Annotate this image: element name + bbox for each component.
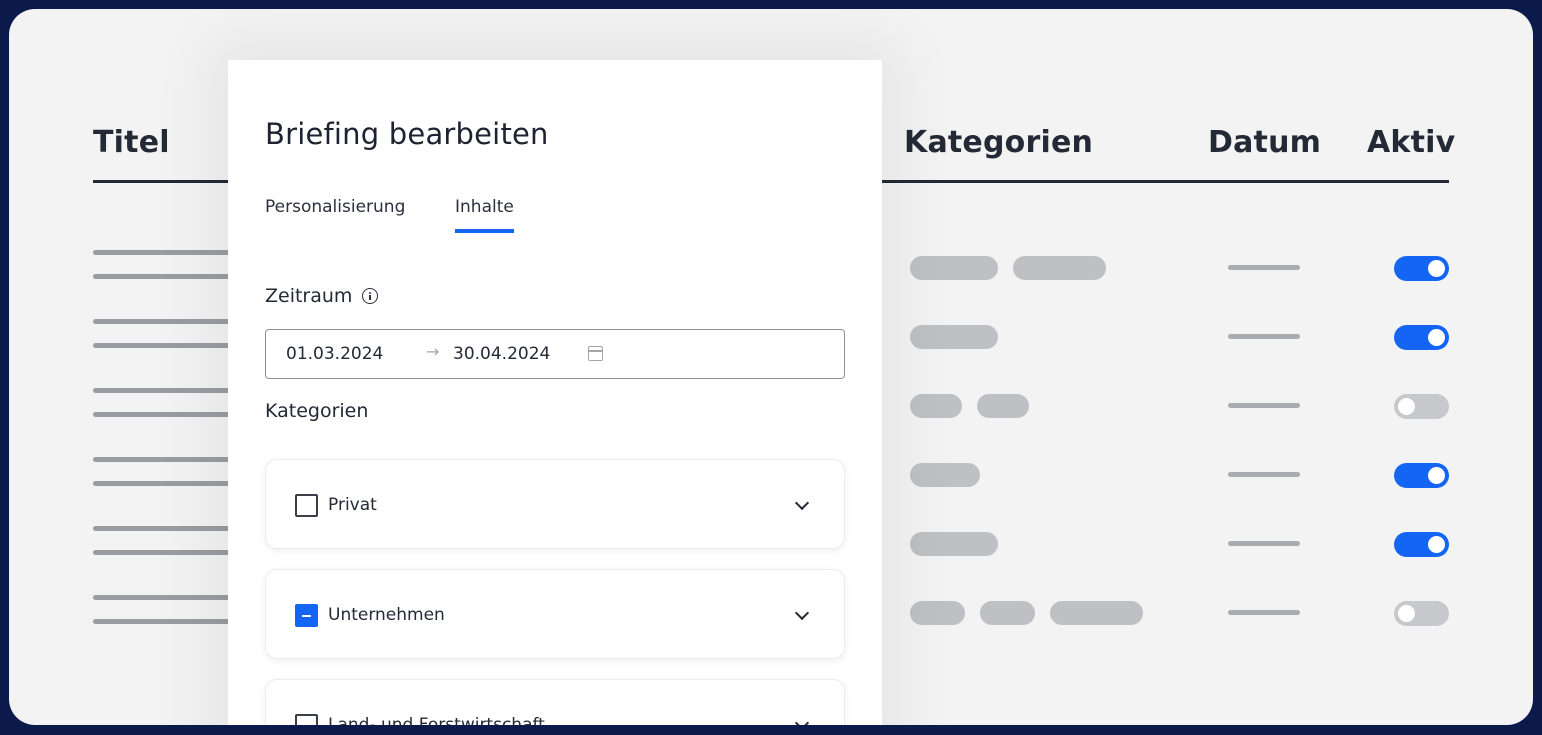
start-date-input[interactable]: 01.03.2024: [286, 344, 383, 364]
tab-inhalte[interactable]: Inhalte: [455, 197, 514, 233]
toggle-knob: [1428, 467, 1445, 484]
active-toggle[interactable]: [1394, 463, 1449, 488]
active-toggle[interactable]: [1394, 256, 1449, 281]
kategorien-label: Kategorien: [265, 400, 369, 422]
active-toggle[interactable]: [1394, 325, 1449, 350]
chevron-down-icon[interactable]: [794, 605, 810, 621]
category-tags: [910, 325, 998, 349]
date-placeholder-line: [1228, 541, 1300, 546]
category-tags: [910, 256, 1106, 280]
category-tag-placeholder: [910, 601, 965, 625]
category-tags: [910, 394, 1029, 418]
category-tag-placeholder: [910, 325, 998, 349]
panel-title: Briefing bearbeiten: [265, 117, 549, 151]
toggle-knob: [1428, 536, 1445, 553]
date-placeholder-line: [1228, 610, 1300, 615]
category-tag-placeholder: [910, 463, 980, 487]
category-tag-placeholder: [910, 394, 962, 418]
category-card-privat[interactable]: Privat: [265, 459, 845, 549]
checkbox-privat[interactable]: [295, 494, 318, 517]
active-toggle[interactable]: [1394, 601, 1449, 626]
checkbox-land-forstwirtschaft[interactable]: [295, 714, 318, 725]
category-label: Privat: [328, 495, 377, 515]
category-tag-placeholder: [910, 532, 998, 556]
toggle-knob: [1398, 605, 1415, 622]
active-toggle[interactable]: [1394, 532, 1449, 557]
zeitraum-label-text: Zeitraum: [265, 285, 353, 307]
column-header-titel[interactable]: Titel: [93, 125, 170, 160]
chevron-down-icon[interactable]: [794, 495, 810, 511]
category-tag-placeholder: [910, 256, 998, 280]
chevron-down-icon[interactable]: [794, 715, 810, 725]
arrow-right-icon: →: [426, 342, 440, 361]
active-toggle[interactable]: [1394, 394, 1449, 419]
category-tag-placeholder: [977, 394, 1029, 418]
tab-bar: Personalisierung Inhalte: [265, 197, 845, 237]
app-frame: Titel Kategorien Datum Aktiv Briefing be…: [9, 9, 1533, 725]
category-card-unternehmen[interactable]: Unternehmen: [265, 569, 845, 659]
edit-briefing-panel: Briefing bearbeiten Personalisierung Inh…: [228, 60, 882, 725]
category-label: Land- und Forstwirtschaft: [328, 715, 545, 725]
toggle-knob: [1428, 329, 1445, 346]
column-header-kategorien[interactable]: Kategorien: [904, 125, 1093, 160]
calendar-icon[interactable]: [588, 346, 603, 361]
category-card-land-forstwirtschaft[interactable]: Land- und Forstwirtschaft: [265, 679, 845, 725]
category-tags: [910, 601, 1143, 625]
date-placeholder-line: [1228, 472, 1300, 477]
checkbox-unternehmen[interactable]: [295, 604, 318, 627]
category-tag-placeholder: [980, 601, 1035, 625]
category-tags: [910, 532, 998, 556]
zeitraum-label: Zeitraum: [265, 285, 379, 307]
toggle-knob: [1428, 260, 1445, 277]
end-date-input[interactable]: 30.04.2024: [453, 344, 550, 364]
category-tags: [910, 463, 980, 487]
toggle-knob: [1398, 398, 1415, 415]
tab-personalisierung[interactable]: Personalisierung: [265, 197, 405, 229]
date-placeholder-line: [1228, 334, 1300, 339]
column-header-datum[interactable]: Datum: [1208, 125, 1321, 160]
date-placeholder-line: [1228, 265, 1300, 270]
date-placeholder-line: [1228, 403, 1300, 408]
category-tag-placeholder: [1050, 601, 1143, 625]
category-label: Unternehmen: [328, 605, 445, 625]
info-icon[interactable]: [362, 288, 379, 304]
column-header-aktiv[interactable]: Aktiv: [1367, 125, 1455, 160]
category-tag-placeholder: [1013, 256, 1106, 280]
date-range-picker[interactable]: 01.03.2024 → 30.04.2024: [265, 329, 845, 379]
